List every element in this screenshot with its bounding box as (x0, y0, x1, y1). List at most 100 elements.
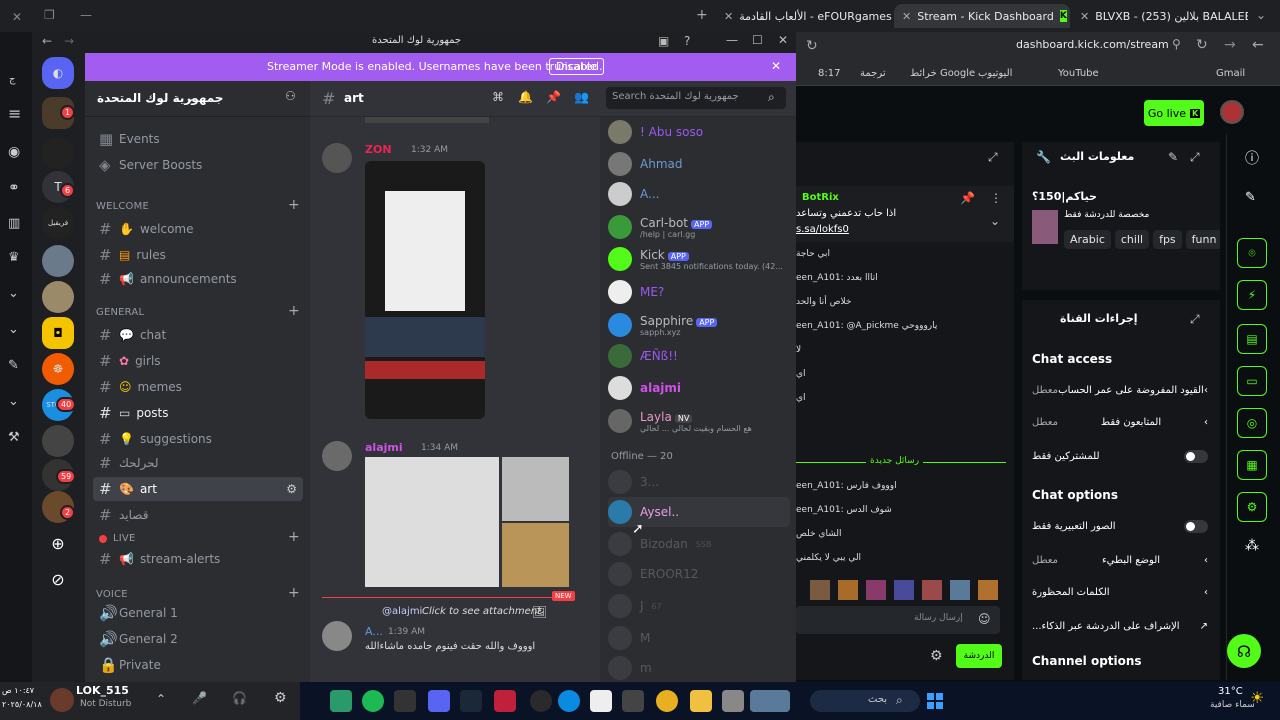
bookmark-gmail[interactable]: Gmail (1216, 68, 1245, 79)
go-live-button[interactable]: Go live K (1144, 100, 1204, 126)
message-author[interactable]: alajmi (365, 441, 403, 454)
add-channel-icon[interactable]: + (288, 529, 300, 545)
channel-girls[interactable]: # ✿ girls (93, 349, 303, 373)
taskbar-app-icon[interactable] (494, 690, 516, 712)
events-item[interactable]: ▦ Events (93, 127, 303, 151)
server-header[interactable]: جمهورية لوك المتحدة ⌄ ⚇ (85, 81, 310, 117)
tab-youtube[interactable]: ✕ BLVXB - بلالين (253) BALALEEN (1072, 4, 1248, 28)
taskbar-app-icon[interactable] (750, 690, 790, 712)
member-item[interactable]: Ahmad (608, 149, 790, 179)
avatar[interactable] (322, 441, 352, 471)
threads-icon[interactable]: ⌘ (492, 90, 504, 104)
taskbar-app-icon[interactable] (722, 690, 744, 712)
more-icon[interactable]: ⋮ (990, 191, 1002, 205)
lightning-icon[interactable]: ⚡ (1237, 280, 1267, 310)
analytics-icon[interactable]: ▥ (8, 216, 20, 231)
voice-private[interactable]: 🔒 Private (93, 653, 303, 677)
nodes-icon[interactable]: ⁂ (1245, 538, 1259, 554)
minimize-icon[interactable]: — (726, 33, 738, 47)
setting-row-emotes[interactable]: الصور التعبيرية فقط (1032, 516, 1208, 536)
add-channel-icon[interactable]: + (288, 585, 300, 601)
popout-icon[interactable]: ⤢ (1190, 312, 1200, 327)
settings-icon[interactable]: ⚲ (1172, 37, 1181, 51)
window-minimize-icon[interactable]: — (80, 8, 92, 22)
maximize-icon[interactable]: ☐ (752, 33, 763, 47)
channel-memes[interactable]: # ☺ memes (93, 375, 303, 399)
member-item[interactable]: Carl-bot APP/help | carl.gg (608, 211, 790, 243)
channel-chat[interactable]: # 💬 chat (93, 323, 303, 347)
voice-general-2[interactable]: 🔊 General 2 (93, 627, 303, 651)
chevron-down-icon[interactable]: ⌄ (990, 214, 1000, 228)
pin-icon[interactable]: 📌 (960, 191, 975, 205)
edit-icon[interactable]: ✎ (1168, 150, 1178, 164)
bookmark-maps[interactable]: خرائط Google (910, 68, 975, 79)
reply-hint[interactable]: Click to see attachment (422, 606, 541, 617)
trophy-icon[interactable]: ♛ (8, 250, 20, 265)
settings-icon[interactable]: ⚙ (930, 648, 943, 664)
setting-row-followers[interactable]: المتابعون فقط معطل › (1032, 412, 1208, 432)
chevron-up-icon[interactable]: ⌃ (156, 692, 166, 706)
chat-icon[interactable]: ▭ (1237, 366, 1267, 396)
new-tab-icon[interactable]: + (696, 7, 708, 23)
channel-posts[interactable]: # ▭ posts (93, 401, 303, 425)
member-item[interactable]: Layla NV هع الحسام وبقيت لحالي ... لحالي (608, 405, 790, 437)
close-icon[interactable]: ✕ (1080, 10, 1089, 23)
settings-icon[interactable]: ⚙ (286, 482, 297, 496)
chevron-down-icon[interactable]: ⌄ (8, 394, 19, 409)
category-welcome[interactable]: WELCOME (96, 201, 149, 212)
member-item[interactable]: ME? (608, 277, 790, 307)
category-live[interactable]: LIVE (113, 533, 135, 544)
server-icon[interactable] (42, 281, 74, 313)
member-item[interactable]: ÆÑß!! (608, 341, 790, 371)
bookmark-time[interactable]: 8:17 (818, 68, 840, 79)
spotify-icon[interactable] (362, 690, 384, 712)
bell-icon[interactable]: 🔔 (518, 90, 533, 104)
microphone-icon[interactable]: 🎤 (192, 691, 207, 705)
voice-general-1[interactable]: 🔊 General 1 (93, 601, 303, 625)
wrench-icon[interactable]: ✎ (8, 358, 19, 373)
windows-start-icon[interactable] (924, 690, 946, 712)
channel-arabic[interactable]: # لحرلحك (93, 451, 303, 475)
tag[interactable]: Arabic (1064, 230, 1111, 249)
member-item[interactable]: A... (608, 179, 790, 209)
back-icon[interactable]: ← (1252, 37, 1264, 53)
headphones-icon[interactable]: 🎧 (232, 691, 247, 705)
url-field[interactable]: dashboard.kick.com/stream (1016, 38, 1192, 56)
avatar[interactable] (322, 621, 352, 651)
reply-mention[interactable]: @alajmi (382, 606, 422, 617)
edit-icon[interactable]: ✎ (1245, 190, 1256, 205)
member-item[interactable]: EROOR12 (608, 559, 790, 589)
emote[interactable] (950, 580, 970, 600)
add-server-icon[interactable]: ⊕ (42, 527, 74, 559)
wrench-icon[interactable]: ⚙ (1237, 492, 1267, 522)
link-icon[interactable]: ⚭ (8, 180, 20, 196)
taskbar-app-icon[interactable] (394, 690, 416, 712)
members-icon[interactable]: 👥 (574, 90, 589, 104)
help-icon[interactable]: ? (684, 34, 690, 48)
tab-search-icon[interactable]: ⌄ (1256, 8, 1266, 22)
tab-efour[interactable]: ✕ الألعاب القادمة - eFOURgames (716, 4, 892, 28)
image-attachment[interactable] (365, 457, 499, 587)
pin-icon[interactable]: 📌 (546, 90, 561, 104)
channel-welcome[interactable]: # ✋ welcome (93, 217, 303, 241)
forward-icon[interactable]: → (1224, 37, 1236, 53)
server-boosts-item[interactable]: ◈ Server Boosts (93, 153, 303, 177)
close-icon[interactable]: ✕ (771, 59, 781, 73)
search-input[interactable]: Search جمهورية لوك المتحدة ⌕ (606, 87, 786, 109)
member-item[interactable]: ! Abu soso (608, 117, 790, 147)
channel-rules[interactable]: # ▤ rules (93, 243, 303, 267)
chevron-down-icon[interactable]: ⌄ (8, 322, 19, 337)
member-item[interactable]: m (608, 653, 790, 683)
member-item[interactable]: Sapphire APP sapph.xyz (608, 309, 790, 341)
setting-row-ai-mod[interactable]: الإشراف على الدردشة عبر الذكاء... ↗ (1032, 616, 1208, 636)
server-icon[interactable]: فريقيل (42, 207, 74, 239)
discover-icon[interactable]: ⊘ (42, 563, 74, 595)
close-icon[interactable]: ✕ (724, 10, 733, 23)
edge-icon[interactable] (558, 690, 580, 712)
camera-icon[interactable]: ⌾ (1237, 238, 1267, 268)
broadcast-icon[interactable]: ◎ (1237, 408, 1267, 438)
setting-row-slow[interactable]: الوضع البطيء معطل › (1032, 550, 1208, 570)
channel-stream-alerts[interactable]: # 📢 stream-alerts (93, 547, 303, 571)
add-member-icon[interactable]: ⚇ (285, 89, 296, 103)
emoji-icon[interactable]: ☺ (978, 612, 991, 626)
